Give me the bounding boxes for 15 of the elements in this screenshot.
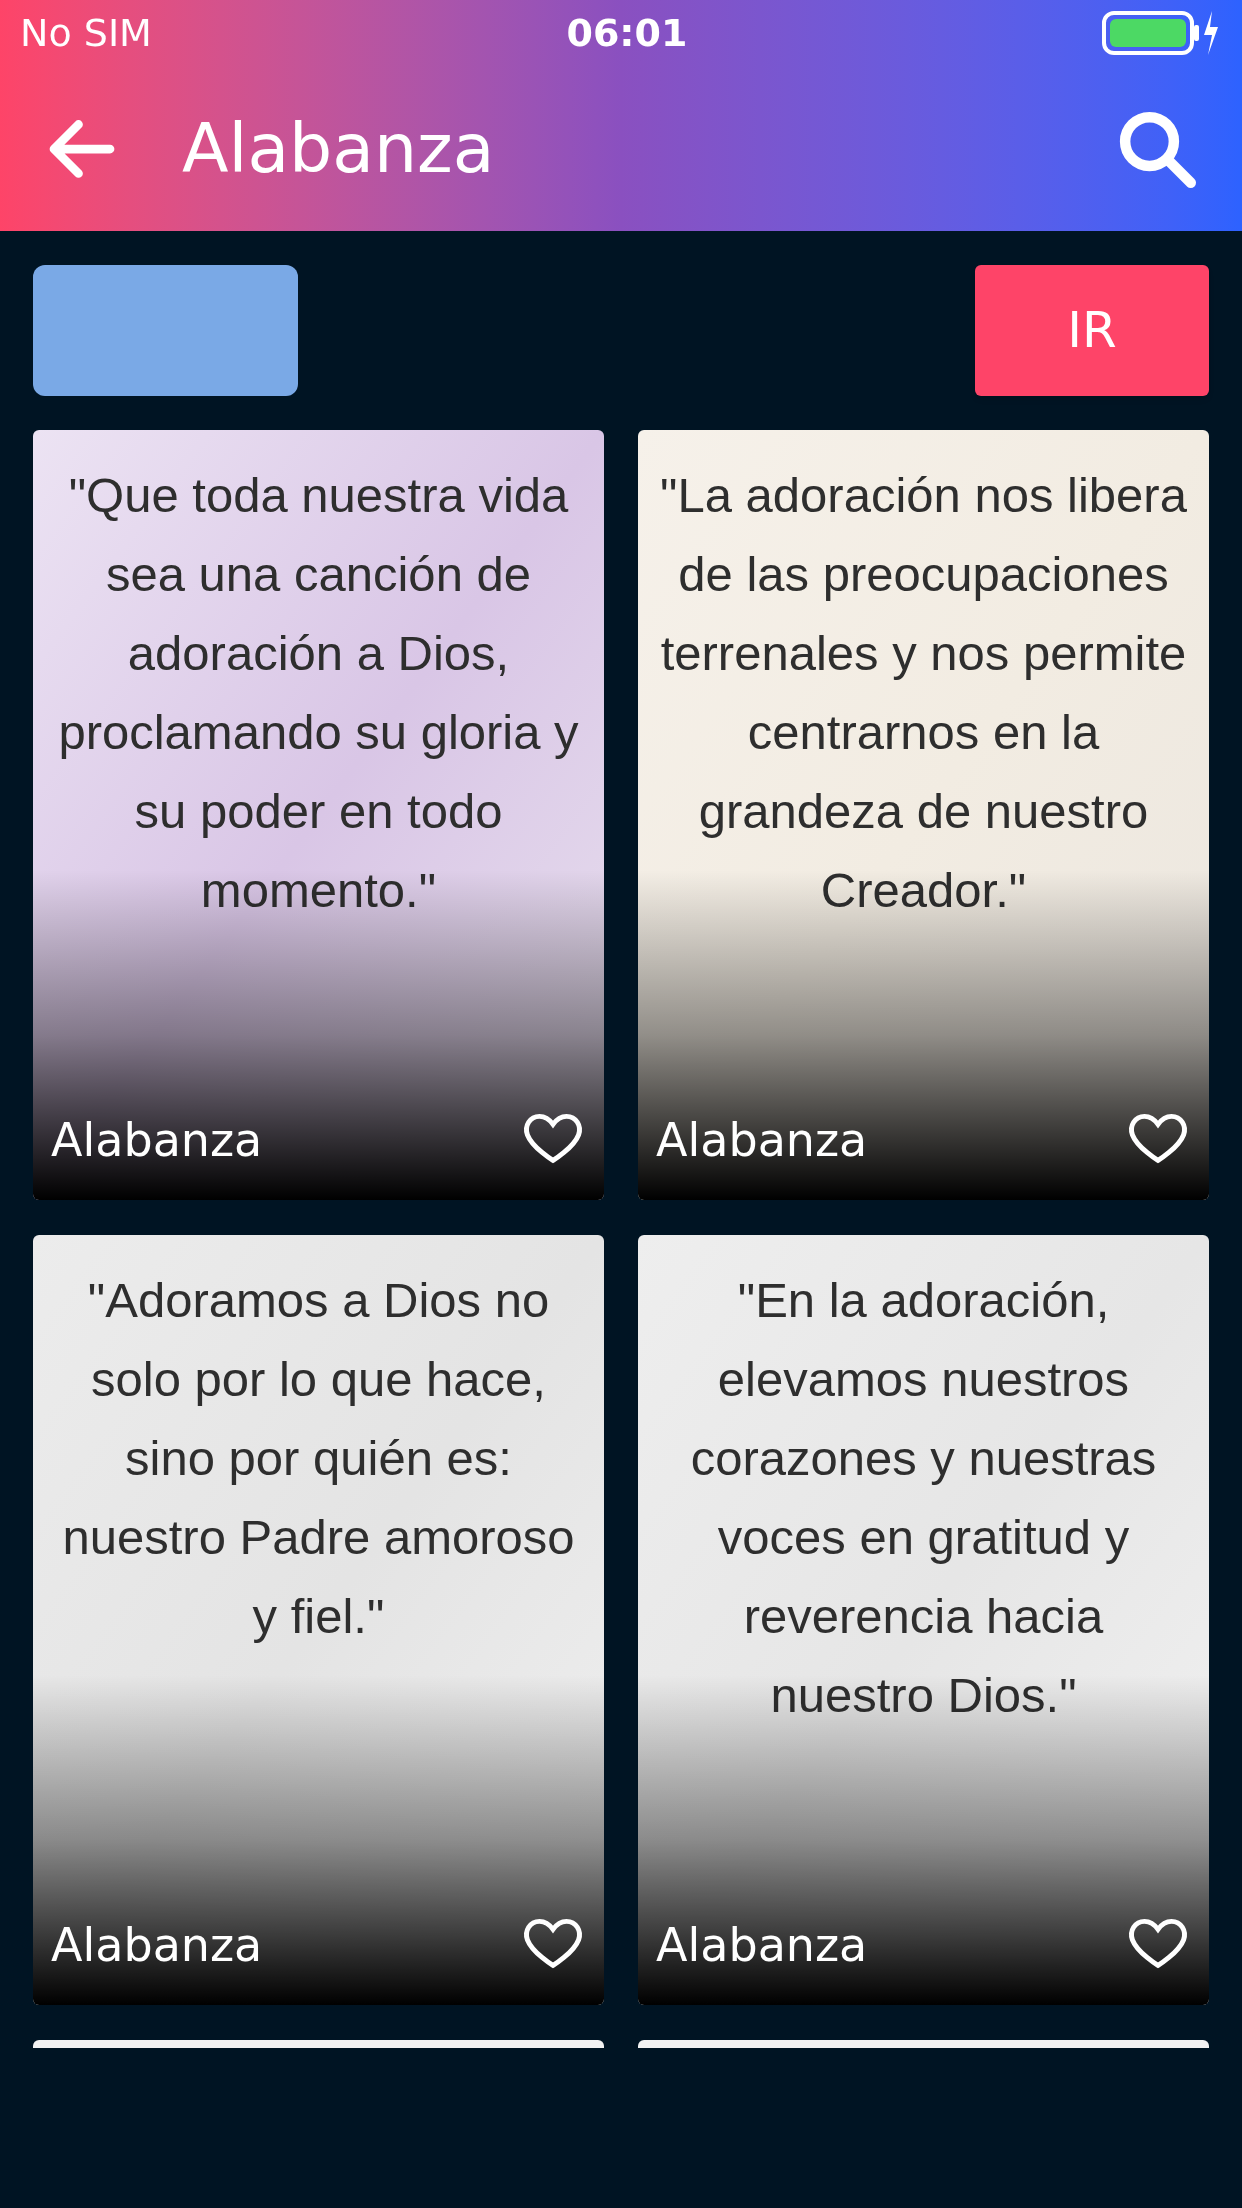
category-label: Alabanza bbox=[656, 1917, 868, 1974]
category-label: Alabanza bbox=[656, 1112, 868, 1169]
quote-text: "Adoramos a Dios no solo por lo que hace, sino por quién es: nuestro Padre amoroso y fiel." bbox=[61, 1272, 576, 1645]
category-label: Alabanza bbox=[51, 1917, 263, 1974]
quote-card[interactable]: "En la adoración, elevamos nuestros corazones y nuestras voces en gratitud y reverencia hacia nuestro Dios." Alabanza bbox=[638, 1235, 1209, 2005]
quote-card[interactable]: "Que toda nuestra vida sea una canción de adoración a Dios, proclamando su gloria y su poder en todo momento." Alabanza bbox=[33, 430, 604, 1200]
quote-card[interactable]: "La adoración nos libera de las preocupaciones terrenales y nos permite centrarnos en la grandeza de nuestro Creador." Alabanza bbox=[638, 430, 1209, 1200]
quote-text: "La adoración nos libera de las preocupaciones terrenales y nos permite centrarnos en la grandeza de nuestro Creador." bbox=[659, 467, 1188, 919]
quote-card[interactable]: "Adoramos a Dios no solo por lo que hace, sino por quién es: nuestro Padre amoroso y fiel." Alabanza bbox=[33, 1235, 604, 2005]
page-title: Alabanza bbox=[182, 107, 495, 190]
quote-text: "Que toda nuestra vida sea una canción de adoración a Dios, proclamando su gloria y su poder en todo momento." bbox=[57, 467, 580, 919]
carrier-text: No SIM bbox=[20, 9, 152, 57]
clock-text: 06:01 bbox=[566, 9, 688, 57]
category-label: Alabanza bbox=[51, 1112, 263, 1169]
quote-text: "En la adoración, elevamos nuestros corazones y nuestras voces en gratitud y reverencia hacia nuestro Dios." bbox=[689, 1272, 1158, 1724]
